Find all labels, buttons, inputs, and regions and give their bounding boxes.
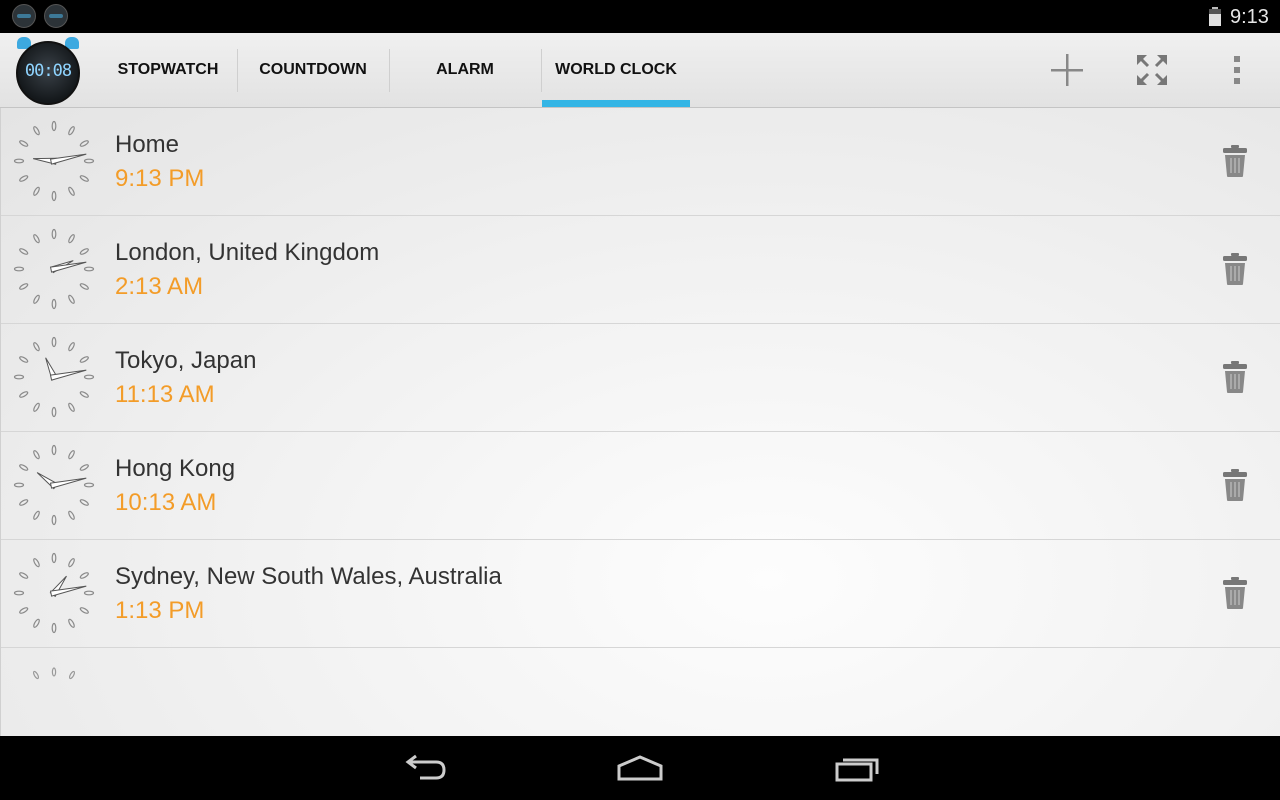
clock-row[interactable]: Home 9:13 PM xyxy=(1,108,1280,216)
clock-local-time: 9:13 PM xyxy=(115,165,205,192)
clock-time: 9:13 xyxy=(1230,6,1269,28)
clock-row[interactable]: Sydney, New South Wales, Australia 1:13 P… xyxy=(1,540,1280,648)
delete-icon[interactable] xyxy=(1219,144,1251,178)
recent-apps-button[interactable] xyxy=(817,744,897,792)
delete-icon[interactable] xyxy=(1219,252,1251,286)
battery-icon xyxy=(1209,7,1221,26)
clock-local-time: 1:13 PM xyxy=(115,597,205,624)
tab-world-clock[interactable]: WORLD CLOCK xyxy=(542,33,690,107)
clock-local-time: 11:13 AM xyxy=(115,381,215,408)
analog-clock-icon xyxy=(13,336,95,418)
clock-local-time: 2:13 AM xyxy=(115,273,204,300)
clock-city-name: Hong Kong xyxy=(115,455,236,482)
analog-clock-icon xyxy=(13,228,95,310)
app-icon-digits: 00:08 xyxy=(24,61,72,81)
clock-local-time: 10:13 AM xyxy=(115,489,217,516)
home-button[interactable] xyxy=(600,744,680,792)
add-button[interactable] xyxy=(1044,47,1090,93)
action-bar: 00:08 STOPWATCH COUNTDOWN ALARM WORLD CL… xyxy=(0,33,1280,108)
partial-clock-face-icon xyxy=(32,667,76,680)
clock-city-name: Tokyo, Japan xyxy=(115,347,257,374)
tab-countdown[interactable]: COUNTDOWN xyxy=(238,33,388,107)
app-notification-icon xyxy=(44,4,68,28)
delete-icon[interactable] xyxy=(1219,576,1251,610)
analog-clock-icon xyxy=(13,444,95,526)
back-button[interactable] xyxy=(384,744,464,792)
clock-city-name: Sydney, New South Wales, Australia xyxy=(115,563,502,590)
home-icon xyxy=(617,755,663,781)
tab-stopwatch[interactable]: STOPWATCH xyxy=(100,33,236,107)
app-notification-icon xyxy=(12,4,36,28)
clock-row[interactable]: Tokyo, Japan 11:13 AM xyxy=(1,324,1280,432)
overflow-menu-icon xyxy=(1234,56,1240,84)
world-clock-list: Home 9:13 PM London, United Kingdom 2:13 AM… xyxy=(0,108,1280,736)
clock-city-name: London, United Kingdom xyxy=(115,239,380,266)
clock-row[interactable]: London, United Kingdom 2:13 AM xyxy=(1,216,1280,324)
fullscreen-icon xyxy=(1137,55,1167,85)
stopwatch-app-icon[interactable]: 00:08 xyxy=(14,37,82,105)
delete-icon[interactable] xyxy=(1219,360,1251,394)
navigation-bar xyxy=(0,736,1280,800)
back-icon xyxy=(405,754,446,780)
clock-row[interactable]: Hong Kong 10:13 AM xyxy=(1,432,1280,540)
fullscreen-button[interactable] xyxy=(1129,47,1175,93)
analog-clock-icon xyxy=(13,552,95,634)
add-icon xyxy=(1051,54,1083,86)
tab-alarm[interactable]: ALARM xyxy=(390,33,540,107)
clock-city-name: Home xyxy=(115,131,180,158)
selected-tab-indicator xyxy=(542,100,690,107)
status-bar: 9:13 xyxy=(0,0,1280,33)
analog-clock-icon xyxy=(13,120,95,202)
delete-icon[interactable] xyxy=(1219,468,1251,502)
recent-apps-icon xyxy=(835,758,879,782)
overflow-menu-button[interactable] xyxy=(1214,47,1260,93)
